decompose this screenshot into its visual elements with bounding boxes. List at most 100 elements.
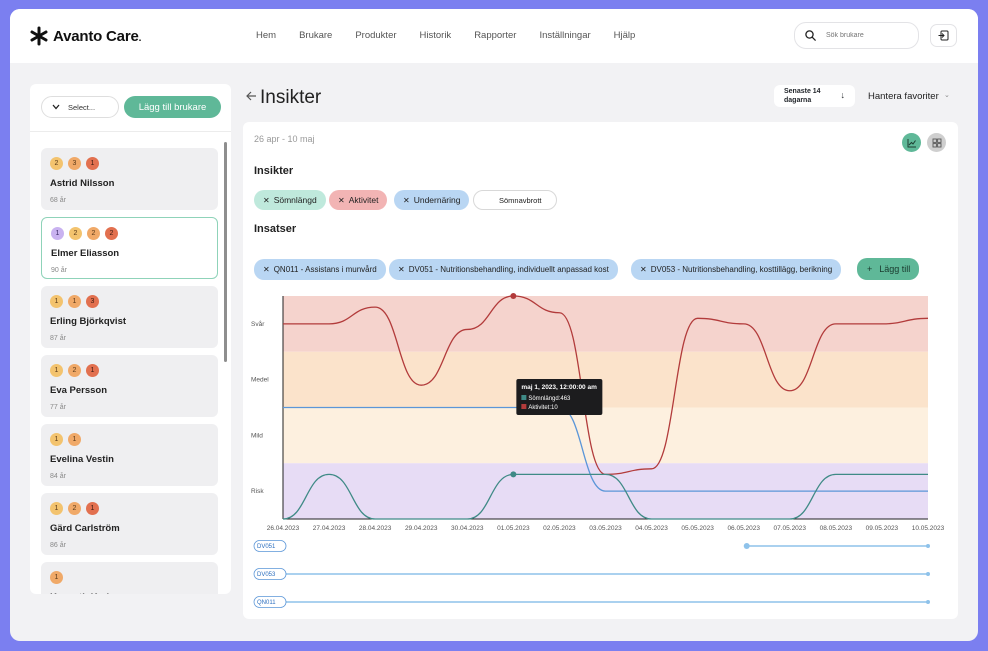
patient-age: 77 år (50, 404, 66, 411)
x-tick-label: 09.05.2023 (866, 525, 899, 532)
nav-item-historik[interactable]: Historik (420, 30, 452, 41)
risk-badge: 1 (50, 364, 63, 377)
risk-badges: 11 (50, 433, 209, 446)
nav-item-hjälp[interactable]: Hjälp (614, 30, 636, 41)
main-nav: Hem Brukare Produkter Historik Rapporter Inst… (256, 30, 658, 41)
risk-badge: 1 (86, 364, 99, 377)
tooltip-line: Aktivitet:10 (528, 405, 558, 411)
manage-favorites-button[interactable]: Hantera favoriter (868, 91, 939, 102)
risk-badges: 1 (50, 571, 209, 584)
risk-badge: 1 (86, 502, 99, 515)
patient-name: Kenneth Karlsson (50, 592, 209, 594)
period-select[interactable]: Senaste 14 dagarna ↓ (774, 85, 855, 107)
patient-name: Elmer Eliasson (51, 248, 120, 259)
patient-age: 87 år (50, 335, 66, 342)
x-tick-label: 02.05.2023 (543, 525, 576, 532)
x-tick-label: 05.05.2023 (681, 525, 714, 532)
risk-badge: 1 (50, 295, 63, 308)
timeline-end (926, 600, 930, 604)
x-tick-label: 10.05.2023 (912, 525, 945, 532)
x-tick-label: 27.04.2023 (313, 525, 346, 532)
patient-card[interactable]: 1 2 1 Gärd Carlström 86 år (41, 493, 218, 555)
data-point-somnlangd[interactable] (510, 471, 517, 478)
sidebar-scrollbar[interactable] (224, 142, 227, 362)
level-label: Risk (251, 488, 264, 495)
x-tick-label: 08.05.2023 (820, 525, 853, 532)
timeline-label: DV051 (257, 544, 276, 550)
data-point-aktivitet[interactable] (510, 293, 517, 299)
risk-badge: 1 (50, 502, 63, 515)
patient-card[interactable]: 1 2 2 2 Elmer Eliasson 90 år (41, 217, 218, 279)
x-tick-label: 29.04.2023 (405, 525, 438, 532)
patient-card[interactable]: 1 1 Evelina Vestin 84 år (41, 424, 218, 486)
x-tick-label: 03.05.2023 (589, 525, 622, 532)
patient-name: Erling Björkqvist (50, 316, 127, 327)
band-0 (283, 296, 928, 352)
patient-name: Gärd Carlström (50, 523, 120, 534)
timeline-end (926, 544, 930, 548)
risk-badge: 1 (68, 295, 81, 308)
nav-item-produkter[interactable]: Produkter (355, 30, 396, 41)
app-window: Avanto Care. Hem Brukare Produkter Historik… (10, 9, 978, 641)
tooltip-line: Sömnlängd:463 (528, 396, 571, 402)
nav-item-hem[interactable]: Hem (256, 30, 276, 41)
patient-age: 90 år (51, 267, 67, 274)
patient-name: Eva Persson (50, 385, 108, 396)
chevron-down-icon (52, 104, 60, 110)
band-2 (283, 407, 928, 464)
timeline-label: DV053 (257, 572, 276, 578)
page-title: Insikter (260, 87, 322, 108)
patient-card[interactable]: 1 Kenneth Karlsson (41, 562, 218, 594)
top-bar: Avanto Care. Hem Brukare Produkter Historik… (10, 9, 978, 63)
add-patient-button[interactable]: Lägg till brukare (124, 96, 221, 118)
patient-card[interactable]: 1 1 3 Erling Björkqvist 87 år (41, 286, 218, 348)
risk-badges: 1222 (51, 227, 208, 240)
patient-name: Evelina Vestin (50, 454, 114, 465)
logout-button[interactable] (930, 24, 957, 47)
band-1 (283, 351, 928, 408)
logout-icon (938, 30, 949, 41)
nav-item-inställningar[interactable]: Inställningar (539, 30, 590, 41)
patient-card[interactable]: 2 3 1 Astrid Nilsson 68 år (41, 148, 218, 210)
level-label: Svår (251, 320, 265, 328)
risk-badges: 231 (50, 157, 209, 170)
x-tick-label: 01.05.2023 (497, 525, 530, 532)
search-icon (805, 30, 816, 41)
risk-badge: 3 (68, 157, 81, 170)
patient-age: 68 år (50, 197, 66, 204)
risk-badge: 1 (50, 571, 63, 584)
filter-select[interactable]: Select... (41, 96, 119, 118)
patient-card[interactable]: 1 2 1 Eva Persson 77 år (41, 355, 218, 417)
divider (30, 131, 231, 132)
back-arrow-icon[interactable] (246, 89, 257, 104)
nav-item-brukare[interactable]: Brukare (299, 30, 332, 41)
timeline-start (743, 543, 750, 549)
risk-badge: 2 (69, 227, 82, 240)
insights-chart: Svår Medel Mild Risk 26.04.2023 27.04.2023 28.… (251, 293, 945, 608)
nav-item-rapporter[interactable]: Rapporter (474, 30, 516, 41)
level-label: Mild (251, 432, 263, 439)
x-tick-label: 06.05.2023 (727, 525, 760, 532)
risk-badge: 1 (50, 433, 63, 446)
arrow-down-icon: ↓ (840, 90, 846, 100)
risk-badge: 3 (86, 295, 99, 308)
x-tick-label: 28.04.2023 (359, 525, 392, 532)
risk-badge: 1 (68, 433, 81, 446)
x-tick-label: 30.04.2023 (451, 525, 484, 532)
risk-badge: 2 (68, 502, 81, 515)
filter-select-label: Select... (68, 102, 96, 112)
search-input[interactable] (826, 32, 906, 39)
risk-badge: 2 (105, 227, 118, 240)
risk-badge: 2 (87, 227, 100, 240)
timeline-end (926, 572, 930, 576)
risk-badges: 121 (50, 364, 209, 377)
tooltip-swatch (521, 404, 527, 409)
tooltip-title: maj 1, 2023, 12:00:00 am (521, 384, 597, 391)
risk-badge: 1 (51, 227, 64, 240)
search-box[interactable] (794, 22, 919, 49)
x-tick-label: 26.04.2023 (267, 525, 300, 532)
patient-sidebar: Select... Lägg till brukare 2 3 1 Astrid Ni… (30, 84, 231, 594)
logo[interactable]: Avanto Care. (29, 26, 141, 46)
level-label: Medel (251, 377, 269, 384)
x-tick-label: 07.05.2023 (774, 525, 807, 532)
